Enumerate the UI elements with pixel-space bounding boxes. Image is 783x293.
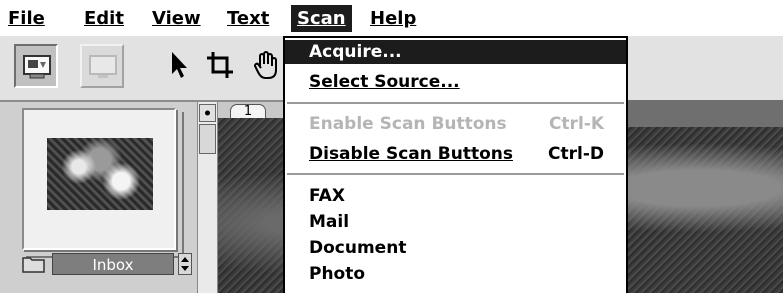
- scanner-desktop-icon: [23, 55, 51, 79]
- menu-item-disable-scan-buttons[interactable]: Disable Scan Buttons Ctrl-D: [285, 142, 626, 166]
- menu-separator: [287, 102, 624, 104]
- menu-view-label: View: [152, 8, 201, 29]
- menu-item-mail[interactable]: Mail: [285, 210, 626, 234]
- stack-edge: [182, 112, 184, 254]
- menu-text-label: Text: [227, 8, 270, 29]
- menu-scan[interactable]: Scan: [291, 5, 352, 32]
- thumbnail-image[interactable]: [47, 138, 153, 210]
- menu-help-label: Help: [370, 8, 417, 29]
- scroll-up-icon: [205, 110, 210, 116]
- folder-name-field[interactable]: Inbox: [52, 253, 174, 275]
- arrow-pointer-icon[interactable]: [168, 50, 190, 84]
- disable-scan-buttons-shortcut: Ctrl-D: [548, 144, 604, 164]
- menu-edit-label: Edit: [84, 8, 124, 29]
- menu-separator: [287, 173, 624, 175]
- enable-scan-buttons-shortcut: Ctrl-K: [548, 114, 604, 134]
- menu-file-label: File: [8, 8, 45, 29]
- menu-item-select-source[interactable]: Select Source...: [285, 70, 626, 94]
- folder-icon: [22, 255, 46, 277]
- menu-item-fax[interactable]: FAX: [285, 184, 626, 208]
- scan-menu-dropdown: Acquire... Select Source... Enable Scan …: [283, 36, 628, 293]
- menu-scan-label: Scan: [297, 8, 346, 29]
- folder-spinner[interactable]: [178, 253, 192, 275]
- select-source-label: Select Source...: [309, 72, 460, 92]
- menu-edit[interactable]: Edit: [78, 5, 130, 32]
- vertical-scrollbar[interactable]: [197, 102, 218, 293]
- menu-item-photo[interactable]: Photo: [285, 262, 626, 286]
- monitor-button[interactable]: [80, 44, 124, 88]
- crop-icon[interactable]: [205, 50, 235, 84]
- menu-item-acquire[interactable]: Acquire...: [285, 40, 626, 64]
- menu-text[interactable]: Text: [221, 5, 275, 32]
- hand-icon[interactable]: [252, 50, 282, 84]
- menu-item-enable-scan-buttons: Enable Scan Buttons Ctrl-K: [285, 112, 626, 136]
- folder-selector: Inbox: [22, 251, 194, 279]
- scroll-up-button[interactable]: [199, 104, 216, 122]
- enable-scan-buttons-label: Enable Scan Buttons: [309, 114, 507, 134]
- menu-item-document[interactable]: Document: [285, 236, 626, 260]
- monitor-disabled-icon: [89, 55, 117, 78]
- menu-help[interactable]: Help: [364, 5, 422, 32]
- stack-edge: [176, 110, 178, 250]
- scroll-thumb[interactable]: [199, 124, 216, 154]
- thumbnail-frame[interactable]: [22, 108, 176, 250]
- disable-scan-buttons-label: Disable Scan Buttons: [309, 144, 513, 164]
- canvas-header-strip: [626, 100, 783, 127]
- spinner-arrows-icon: [181, 257, 189, 271]
- scanner-desktop-button[interactable]: [14, 44, 58, 88]
- menu-file[interactable]: File: [2, 5, 51, 32]
- menu-bar: File Edit View Text Scan Help: [0, 0, 783, 37]
- page-tab[interactable]: 1: [230, 104, 266, 119]
- menu-view[interactable]: View: [146, 5, 207, 32]
